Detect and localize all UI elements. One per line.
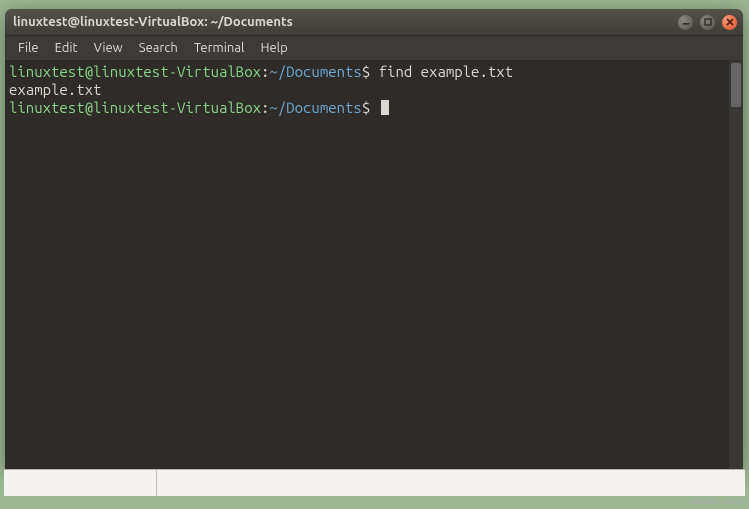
menu-view[interactable]: View	[87, 38, 130, 58]
minimize-icon	[682, 18, 690, 26]
prompt-symbol: $	[362, 63, 370, 80]
scrollbar-thumb[interactable]	[731, 63, 741, 107]
menu-search[interactable]: Search	[132, 38, 185, 58]
watermark: wsxdn.com	[690, 496, 743, 507]
prompt-symbol-2: $	[362, 99, 370, 116]
titlebar[interactable]: linuxtest@linuxtest-VirtualBox: ~/Docume…	[5, 9, 743, 36]
prompt-path: ~/Documents	[269, 63, 361, 80]
menu-terminal[interactable]: Terminal	[187, 38, 252, 58]
terminal-window: linuxtest@linuxtest-VirtualBox: ~/Docume…	[5, 9, 743, 469]
maximize-button[interactable]	[700, 15, 715, 30]
text-cursor	[381, 100, 389, 115]
menu-file[interactable]: File	[11, 38, 46, 58]
prompt-userhost: linuxtest@linuxtest-VirtualBox	[9, 63, 261, 80]
terminal-body: linuxtest@linuxtest-VirtualBox:~/Documen…	[5, 61, 743, 469]
window-controls	[678, 15, 737, 30]
panel-divider	[4, 470, 157, 496]
prompt-userhost-2: linuxtest@linuxtest-VirtualBox	[9, 99, 261, 116]
scrollbar[interactable]	[729, 61, 743, 469]
close-button[interactable]	[722, 15, 737, 30]
background-panel-strip	[4, 469, 745, 496]
minimize-button[interactable]	[678, 15, 693, 30]
terminal-output[interactable]: linuxtest@linuxtest-VirtualBox:~/Documen…	[5, 61, 729, 469]
prompt-path-2: ~/Documents	[269, 99, 361, 116]
command-line-1: find example.txt	[379, 63, 513, 80]
menu-help[interactable]: Help	[253, 38, 294, 58]
menu-edit[interactable]: Edit	[48, 38, 85, 58]
maximize-icon	[704, 18, 712, 26]
close-icon	[726, 18, 734, 26]
output-line-1: example.txt	[9, 81, 101, 98]
window-title: linuxtest@linuxtest-VirtualBox: ~/Docume…	[13, 15, 678, 29]
menubar: File Edit View Search Terminal Help	[5, 36, 743, 61]
